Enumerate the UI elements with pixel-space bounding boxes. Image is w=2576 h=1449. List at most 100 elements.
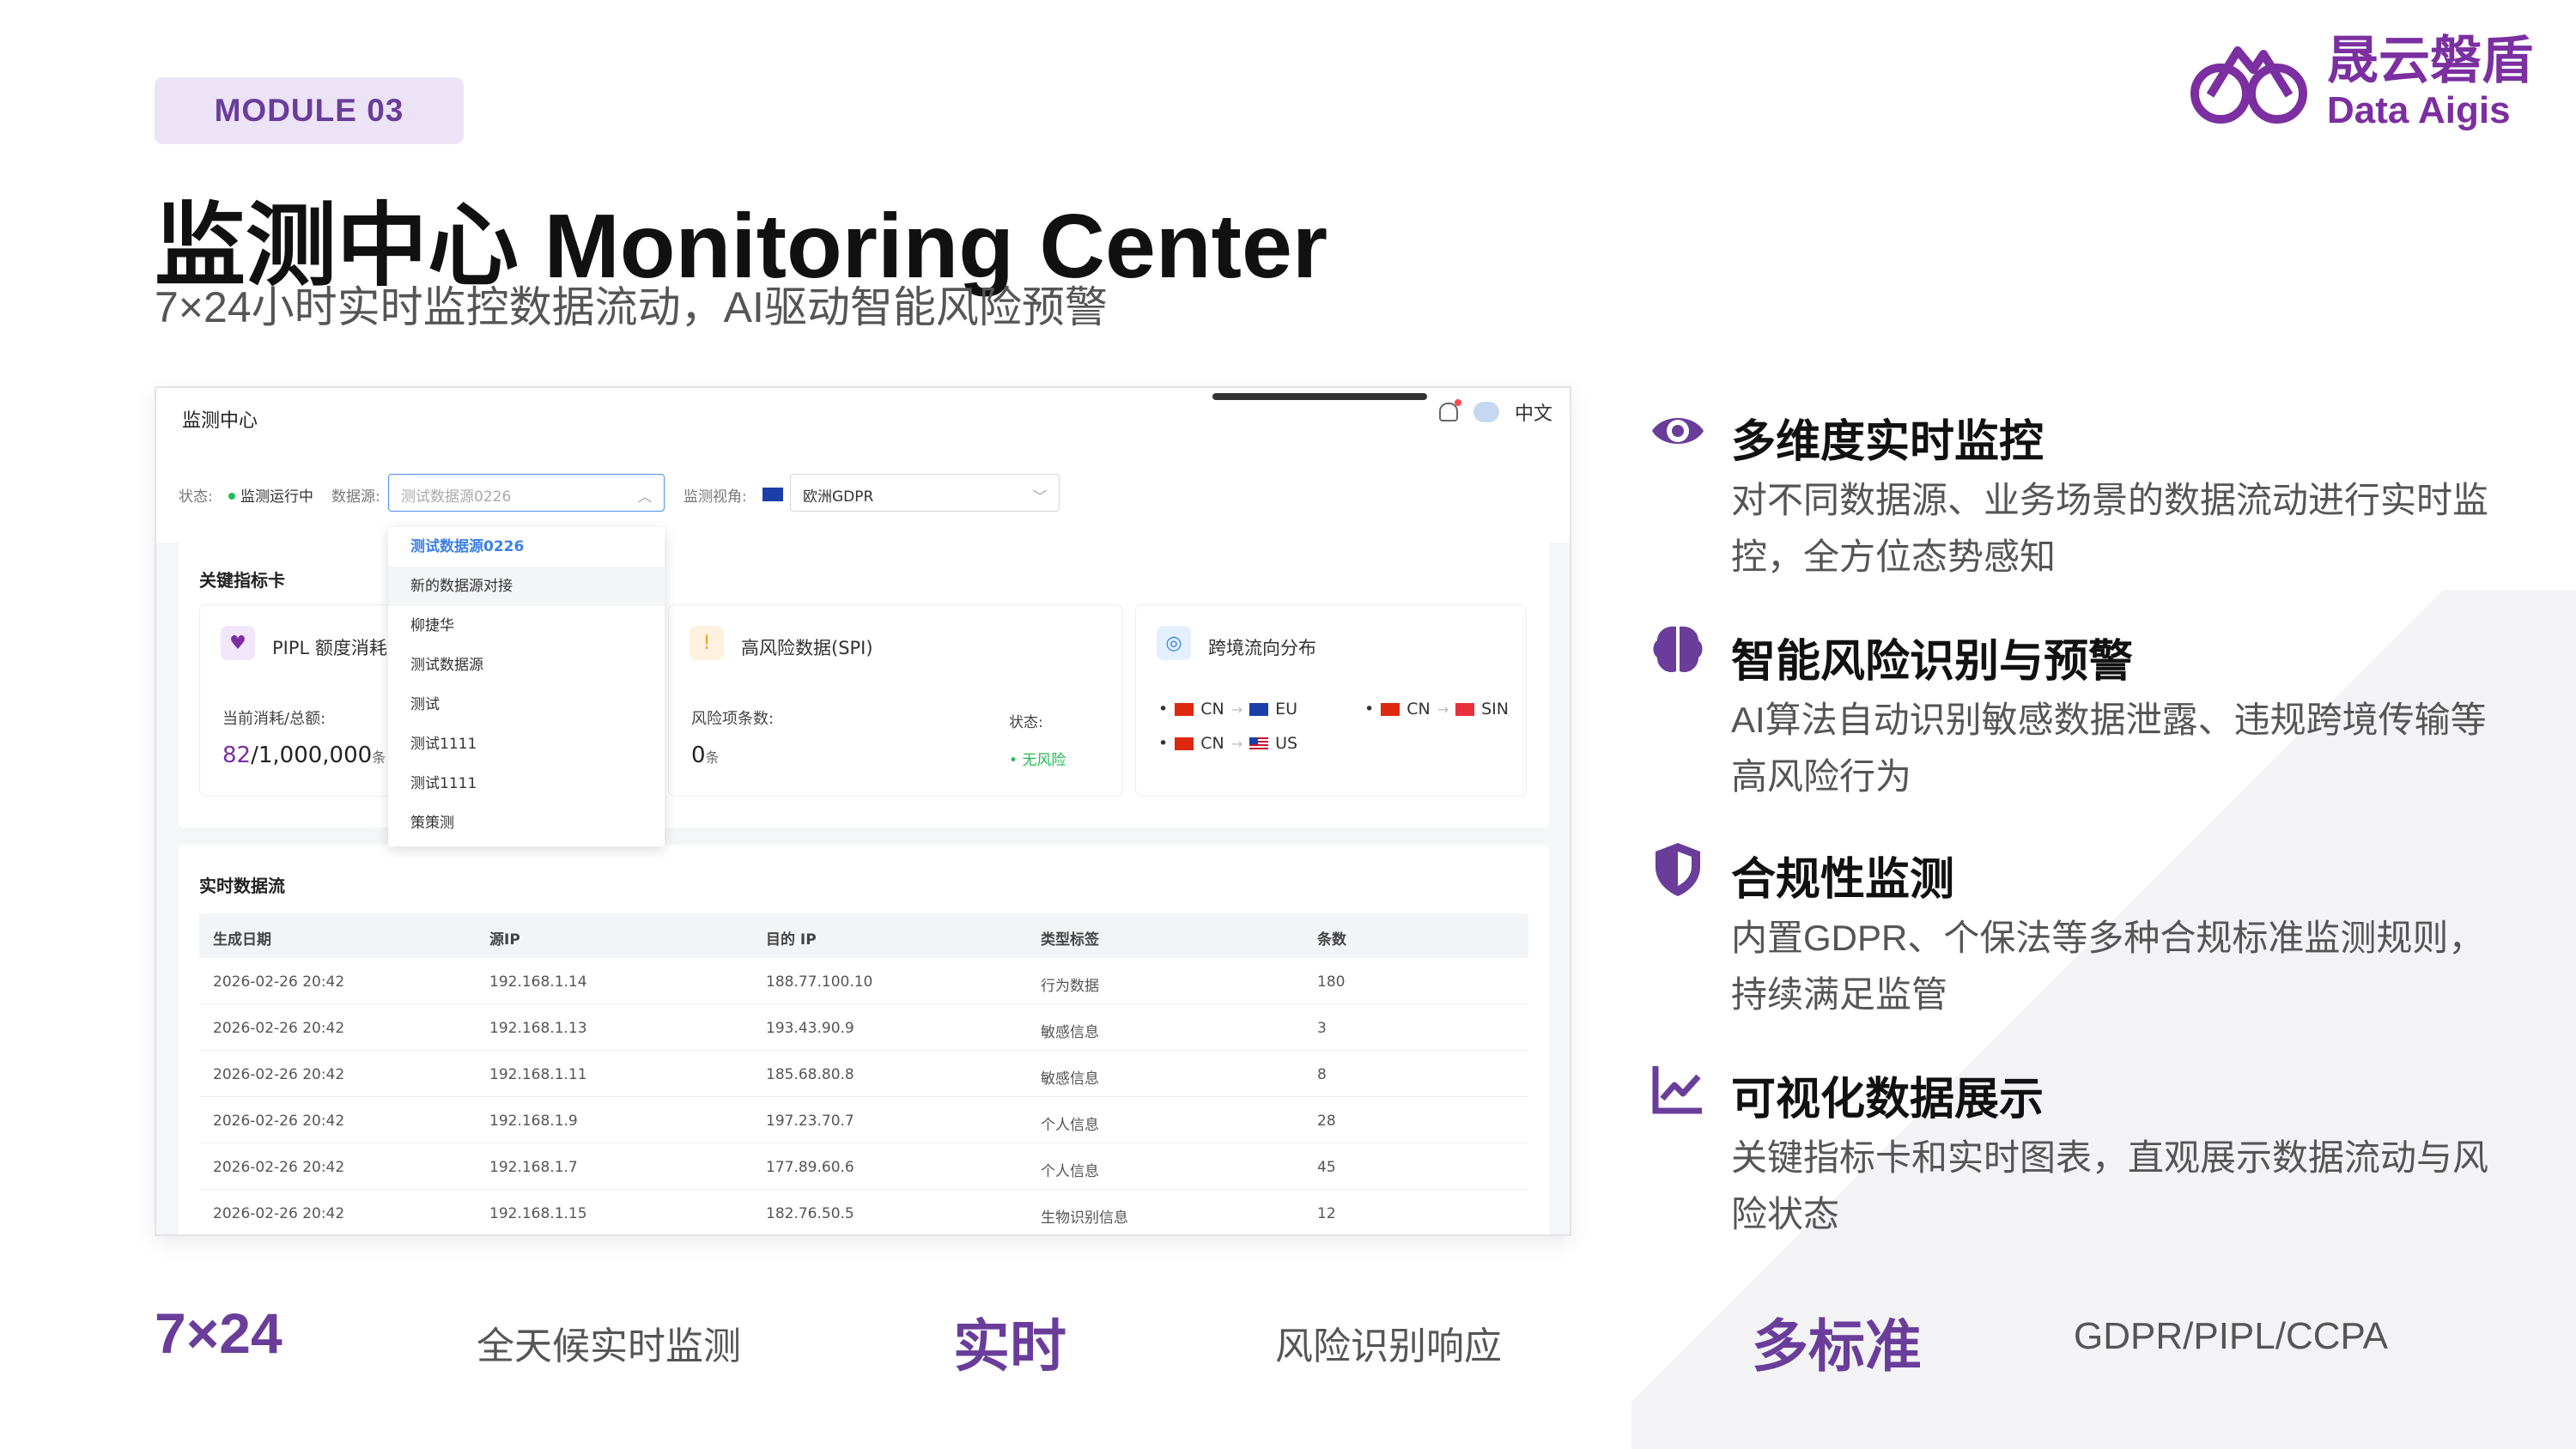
source-select-placeholder: 测试数据源0226 <box>401 488 512 506</box>
table-cell: 2026-02-26 20:42 <box>213 1205 345 1222</box>
dropdown-option[interactable]: 新的数据源对接 <box>388 567 665 606</box>
cn-flag-icon <box>1381 702 1400 716</box>
app-topbar: 监测中心 中文 <box>156 388 1570 457</box>
feature-desc: AI算法自动识别敏感数据泄露、违规跨境传输等高风险行为 <box>1731 700 2487 797</box>
metric-value: 82/1,000,000条 <box>222 743 386 768</box>
table-cell: 45 <box>1317 1159 1336 1176</box>
table-cell: 2026-02-26 20:42 <box>213 1113 345 1130</box>
filter-bar: 状态: 监测运行中 数据源: 测试数据源0226 ︿ 监测视角: 欧洲GDPR … <box>156 457 1570 543</box>
scrollbar-thumb[interactable] <box>1212 393 1427 400</box>
feature-desc: 关键指标卡和实时图表，直观展示数据流动与风险状态 <box>1731 1137 2489 1234</box>
stat-label: 全天候实时监测 <box>477 1325 741 1367</box>
table-cell: 197.23.70.7 <box>766 1113 854 1130</box>
column-header[interactable]: 目的 IP <box>766 927 817 949</box>
feature-title: 可视化数据展示 <box>1731 1075 2044 1125</box>
table-row[interactable]: 2026-02-26 20:42 192.168.1.13 193.43.90.9 敏… <box>199 1004 1528 1051</box>
feature-title: 智能风险识别与预警 <box>1731 637 2134 687</box>
table-cell: 28 <box>1317 1113 1336 1130</box>
status-dot <box>228 493 235 500</box>
table-cell: 177.89.60.6 <box>766 1159 854 1176</box>
table-row[interactable]: 2026-02-26 20:42 192.168.1.14 188.77.100.1… <box>199 958 1528 1004</box>
metric-card-spi: ! 高风险数据(SPI) 风险项条数: 0条 状态: • 无风险 <box>668 604 1123 797</box>
us-flag-icon <box>1249 737 1269 750</box>
table-cell: 188.77.100.10 <box>766 973 873 991</box>
table-cell: 180 <box>1317 973 1346 991</box>
dropdown-option[interactable]: 测试 <box>388 685 665 724</box>
metric-label: 当前消耗/总额: <box>222 710 326 728</box>
cn-flag-icon <box>1175 702 1194 716</box>
app-page-title: 监测中心 <box>182 410 258 432</box>
table-title: 实时数据流 <box>199 876 285 896</box>
table-header: 生成日期 源IP 目的 IP 类型标签 条数 <box>199 913 1528 958</box>
column-header[interactable]: 条数 <box>1317 927 1346 949</box>
table-cell: 192.168.1.11 <box>489 1066 587 1083</box>
table-cell: 行为数据 <box>1041 978 1099 995</box>
status-badge: • 无风险 <box>1009 752 1066 769</box>
stat-label: 风险识别响应 <box>1275 1325 1502 1367</box>
view-select-value: 欧洲GDPR <box>803 488 874 506</box>
source-select[interactable]: 测试数据源0226 ︿ <box>388 474 665 512</box>
table-cell: 192.168.1.9 <box>489 1113 578 1130</box>
table-cell: 2026-02-26 20:42 <box>213 973 345 991</box>
dropdown-option[interactable]: 策策测 <box>388 803 665 843</box>
language-switch[interactable]: 中文 <box>1515 398 1552 426</box>
table-cell: 193.43.90.9 <box>766 1020 854 1037</box>
table-row[interactable]: 2026-02-26 20:42 192.168.1.11 185.68.80.8 敏… <box>199 1051 1528 1097</box>
stat-label: GDPR/PIPL/CCPA <box>2074 1315 2388 1357</box>
eu-flag-icon <box>1249 702 1269 716</box>
table-cell: 2026-02-26 20:42 <box>213 1066 345 1083</box>
brand-logo: 晟云磐盾 Data Aigis <box>2184 33 2533 132</box>
avatar[interactable] <box>1473 402 1499 422</box>
flow-item: • CN → EU <box>1158 700 1298 718</box>
table-cell: 2026-02-26 20:42 <box>213 1020 345 1037</box>
metrics-section: 关键指标卡 ♥ PIPL 额度消耗 当前消耗/总额: 82/1,000,000条… <box>179 536 1549 828</box>
source-dropdown: 测试数据源0226 新的数据源对接 柳捷华 测试数据源 测试 测试1111 测试… <box>388 527 665 846</box>
dropdown-option[interactable]: 测试数据源 <box>388 646 665 685</box>
shield-icon <box>1656 843 1700 896</box>
table-cell: 192.168.1.13 <box>489 1020 587 1037</box>
table-cell: 12 <box>1317 1205 1336 1222</box>
dropdown-option[interactable]: 柳捷华 <box>388 606 665 646</box>
flow-item: • CN → US <box>1158 734 1298 753</box>
module-tag: MODULE 03 <box>155 77 464 144</box>
column-header[interactable]: 类型标签 <box>1041 927 1099 949</box>
feature-title: 合规性监测 <box>1731 855 1955 905</box>
chevron-down-icon: ﹀ <box>1032 488 1047 505</box>
table-row[interactable]: 2026-02-26 20:42 192.168.1.15 182.76.50.5 生… <box>199 1190 1528 1234</box>
metric-value: 0条 <box>691 743 720 768</box>
column-header[interactable]: 源IP <box>489 927 520 949</box>
chevron-up-icon: ︿ <box>637 488 652 505</box>
arrow-right-icon: → <box>1230 700 1243 718</box>
metric-card-crossborder: ◎ 跨境流向分布 • CN → EU • CN → SIN • CN → US <box>1135 604 1527 797</box>
metric-title: 跨境流向分布 <box>1208 638 1316 658</box>
dropdown-option[interactable]: 测试1111 <box>388 724 665 764</box>
page-subtitle: 7×24小时实时监控数据流动，AI驱动智能风险预警 <box>155 283 1108 331</box>
chart-icon <box>1652 1066 1702 1114</box>
warning-shield-icon: ! <box>690 626 724 660</box>
metric-label: 风险项条数: <box>691 710 775 728</box>
table-cell: 192.168.1.7 <box>489 1159 578 1176</box>
eu-flag-icon <box>762 488 783 501</box>
arrow-right-icon: → <box>1230 735 1243 752</box>
table-cell: 2026-02-26 20:42 <box>213 1159 345 1176</box>
stat-value: 多标准 <box>1752 1314 1922 1378</box>
table-cell: 182.76.50.5 <box>766 1205 854 1222</box>
table-cell: 3 <box>1317 1020 1327 1037</box>
cn-flag-icon <box>1175 737 1194 750</box>
table-row[interactable]: 2026-02-26 20:42 192.168.1.7 177.89.60.6 个人… <box>199 1143 1528 1190</box>
table-row[interactable]: 2026-02-26 20:42 192.168.1.9 197.23.70.7 个人… <box>199 1097 1528 1143</box>
realtime-table-section: 实时数据流 生成日期 源IP 目的 IP 类型标签 条数 2026-02-26 … <box>179 845 1549 1234</box>
view-select[interactable]: 欧洲GDPR ﹀ <box>790 474 1060 512</box>
table-cell: 敏感信息 <box>1041 1024 1099 1041</box>
table-cell: 185.68.80.8 <box>766 1066 854 1083</box>
table-cell: 8 <box>1317 1066 1327 1083</box>
dropdown-option[interactable]: 测试1111 <box>388 764 665 803</box>
metric-title: PIPL 额度消耗 <box>272 638 387 658</box>
bell-icon[interactable] <box>1438 399 1461 421</box>
dropdown-option[interactable]: 测试数据源0226 <box>388 527 665 567</box>
view-label: 监测视角: <box>683 488 747 506</box>
column-header[interactable]: 生成日期 <box>213 927 271 949</box>
table-cell: 192.168.1.15 <box>489 1205 587 1222</box>
logo-text-cn: 晟云磐盾 <box>2327 32 2533 89</box>
source-label: 数据源: <box>331 488 380 506</box>
